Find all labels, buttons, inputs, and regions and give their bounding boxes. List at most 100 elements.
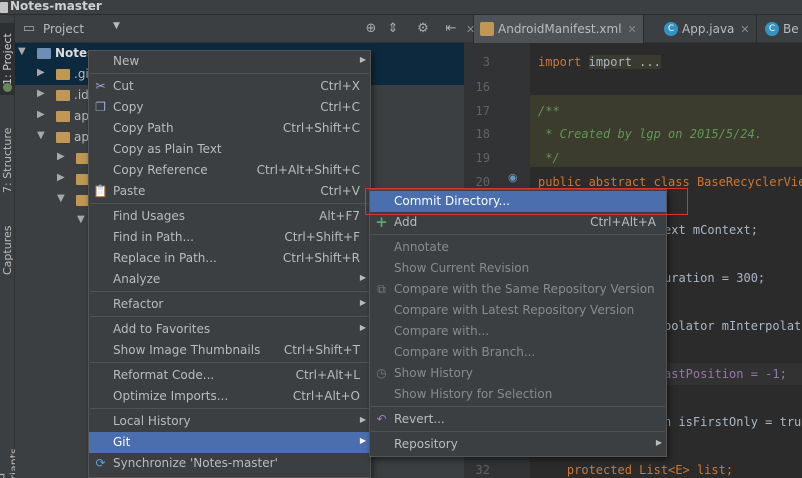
menu-item-label: Copy as Plain Text — [113, 142, 222, 156]
menu-item-copy-path[interactable]: Copy Path Ctrl+Shift+C — [89, 118, 370, 139]
menu-item-paste[interactable]: 📋 Paste Ctrl+V — [89, 181, 370, 202]
tab-label: Be — [783, 22, 799, 36]
expand-arrow-icon[interactable]: ▼ — [18, 46, 26, 57]
menu-item-find-usages[interactable]: Find Usages Alt+F7 — [89, 206, 370, 227]
code-line: /** — [538, 104, 560, 118]
chevron-down-icon[interactable]: ▼ — [113, 21, 120, 31]
expand-arrow-icon[interactable]: ▼ — [37, 130, 45, 141]
menu-item-label: Git — [113, 435, 131, 449]
menu-item-synchronize[interactable]: ⟳ Synchronize 'Notes-master' — [89, 453, 370, 474]
folder-icon — [56, 90, 70, 101]
line-number: 18 — [475, 127, 490, 141]
collapse-all-icon[interactable]: ⇕ — [385, 21, 401, 37]
menu-item-shortcut: Ctrl+Alt+O — [292, 389, 360, 403]
menu-separator — [90, 362, 369, 363]
tree-row-label: .id — [74, 88, 89, 102]
folder-icon — [56, 69, 70, 80]
menu-item-refactor[interactable]: Refactor ▶ — [89, 294, 370, 315]
sync-icon: ⟳ — [95, 456, 106, 470]
menu-item-cut[interactable]: ✂ Cut Ctrl+X — [89, 76, 370, 97]
code-line-text: import ... — [588, 55, 661, 69]
tab-app-java[interactable]: C App.java ✕ — [658, 15, 757, 43]
menu-item-add-to-favorites[interactable]: Add to Favorites ▶ — [89, 319, 370, 340]
menu-item-shortcut: Alt+F7 — [319, 209, 360, 223]
code-line: import import ... — [538, 55, 661, 69]
tab-overflow-close[interactable]: ✕ — [464, 15, 475, 43]
java-class-icon: C — [765, 22, 779, 36]
menu-item-replace-in-path[interactable]: Replace in Path... Ctrl+Shift+R — [89, 248, 370, 269]
git-submenu: Commit Directory... + Add Ctrl+Alt+A Annot… — [369, 189, 667, 457]
project-view-icon: ▭ — [22, 21, 36, 36]
expand-arrow-icon[interactable]: ▼ — [57, 193, 65, 204]
project-view-label[interactable]: Project — [43, 22, 84, 36]
menu-item-shortcut: Ctrl+Shift+T — [283, 343, 360, 357]
menu-separator — [90, 408, 369, 409]
submenu-arrow-icon: ▶ — [359, 415, 366, 424]
plus-icon: + — [375, 213, 388, 231]
expand-arrow-icon[interactable]: ▶ — [37, 109, 45, 120]
menu-item-compare-with-branch[interactable]: Compare with Branch... — [370, 342, 666, 363]
menu-item-show-history[interactable]: ◷ Show History — [370, 363, 666, 384]
expand-arrow-icon[interactable]: ▶ — [57, 151, 65, 162]
menu-separator — [371, 406, 665, 407]
scroll-from-source-icon[interactable]: ⊕ — [363, 21, 379, 37]
menu-separator — [90, 316, 369, 317]
submenu-arrow-icon: ▶ — [359, 273, 366, 282]
menu-item-label: New — [113, 54, 140, 68]
gear-icon[interactable]: ⚙ — [415, 21, 431, 37]
expand-arrow-icon[interactable]: ▶ — [57, 172, 65, 183]
menu-item-label: Show History for Selection — [394, 387, 553, 401]
copy-icon: ❐ — [95, 100, 106, 114]
menu-item-add[interactable]: + Add Ctrl+Alt+A — [370, 212, 666, 233]
java-class-icon: C — [664, 22, 678, 36]
menu-item-revert[interactable]: ↶ Revert... — [370, 409, 666, 430]
menu-item-compare-same-version[interactable]: ⧉ Compare with the Same Repository Versio… — [370, 279, 666, 300]
menu-item-compare-with[interactable]: Compare with... — [370, 321, 666, 342]
code-line: ext mContext; — [664, 223, 758, 237]
menu-separator — [90, 73, 369, 74]
menu-item-reformat-code[interactable]: Reformat Code... Ctrl+Alt+L — [89, 365, 370, 386]
menu-item-git[interactable]: Git ▶ — [89, 432, 370, 453]
expand-arrow-icon[interactable]: ▶ — [37, 67, 45, 78]
folder-icon — [56, 111, 70, 122]
menu-item-show-history-selection[interactable]: Show History for Selection — [370, 384, 666, 405]
code-line: * Created by lgp on 2015/5/24. — [538, 127, 762, 141]
implemented-gutter-icon[interactable]: ◉ — [508, 171, 518, 184]
close-icon[interactable]: ✕ — [628, 23, 637, 36]
history-icon: ◷ — [376, 366, 387, 380]
menu-item-label: Find Usages — [113, 209, 186, 223]
code-line: n isFirstOnly = true — [664, 415, 802, 429]
tree-row-label: ap — [74, 109, 89, 123]
menu-item-repository[interactable]: Repository ▶ — [370, 434, 666, 455]
menu-item-shortcut: Ctrl+Alt+Shift+C — [256, 163, 360, 177]
menu-item-label: Show History — [394, 366, 473, 380]
menu-item-compare-latest-version[interactable]: Compare with Latest Repository Version — [370, 300, 666, 321]
window-title: Notes-master — [10, 0, 102, 13]
close-icon[interactable]: ✕ — [740, 23, 749, 36]
menu-item-copy[interactable]: ❐ Copy Ctrl+C — [89, 97, 370, 118]
menu-item-local-history[interactable]: Local History ▶ — [89, 411, 370, 432]
menu-item-show-current-revision[interactable]: Show Current Revision — [370, 258, 666, 279]
menu-item-optimize-imports[interactable]: Optimize Imports... Ctrl+Alt+O — [89, 386, 370, 407]
annotation-highlight-box — [365, 188, 688, 215]
hide-panel-icon[interactable]: ⇤ — [443, 21, 459, 37]
tool-tab-build-variants[interactable]: uild Variants — [0, 425, 21, 478]
menu-item-copy-reference[interactable]: Copy Reference Ctrl+Alt+Shift+C — [89, 160, 370, 181]
menu-item-new[interactable]: New ▶ — [89, 51, 370, 72]
expand-arrow-icon[interactable]: ▼ — [77, 214, 85, 225]
tool-tab-structure[interactable]: 7: Structure — [0, 125, 15, 195]
menu-item-label: Revert... — [394, 412, 445, 426]
tab-androidmanifest[interactable]: AndroidManifest.xml ✕ — [474, 15, 644, 43]
menu-item-analyze[interactable]: Analyze ▶ — [89, 269, 370, 290]
menu-item-shortcut: Ctrl+Alt+A — [590, 215, 656, 229]
menu-item-show-image-thumbnails[interactable]: Show Image Thumbnails Ctrl+Shift+T — [89, 340, 370, 361]
tool-tab-captures[interactable]: Captures — [0, 220, 15, 280]
tab-base[interactable]: C Be — [759, 15, 802, 43]
menu-item-label: Add to Favorites — [113, 322, 211, 336]
line-number: 32 — [475, 463, 490, 477]
xml-file-icon — [480, 22, 494, 36]
menu-item-find-in-path[interactable]: Find in Path... Ctrl+Shift+F — [89, 227, 370, 248]
menu-item-annotate[interactable]: Annotate — [370, 237, 666, 258]
expand-arrow-icon[interactable]: ▶ — [37, 88, 45, 99]
menu-item-copy-plain-text[interactable]: Copy as Plain Text — [89, 139, 370, 160]
